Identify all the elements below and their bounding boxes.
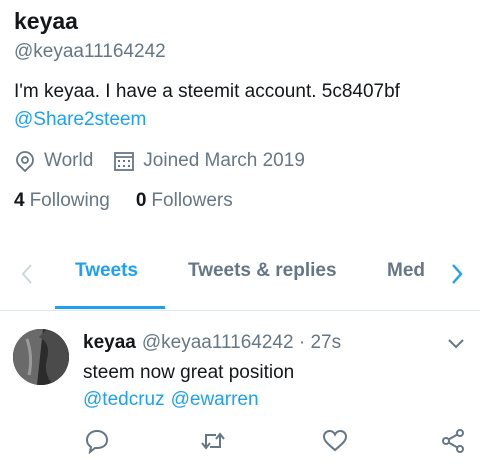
- tab-tweets[interactable]: Tweets: [75, 260, 138, 282]
- chevron-down-icon[interactable]: [446, 336, 466, 352]
- tweet-header: keyaa @keyaa11164242 · 27s: [83, 332, 341, 354]
- tweet-handle: @keyaa11164242: [141, 332, 294, 353]
- followers-count: 0: [135, 190, 147, 211]
- tab-media[interactable]: Med: [387, 260, 425, 282]
- tweet-text: steem now great position: [83, 362, 295, 383]
- mention-link[interactable]: @tedcruz: [83, 389, 165, 410]
- profile-handle: @keyaa11164242: [14, 41, 166, 62]
- tab-tweets-and-replies[interactable]: Tweets & replies: [188, 260, 337, 282]
- location-pin-icon: [14, 150, 36, 173]
- followers-link[interactable]: 0 Followers: [136, 190, 233, 212]
- retweet-icon[interactable]: [200, 428, 226, 454]
- profile-bio: I'm keyaa. I have a steemit account. 5c8…: [14, 81, 400, 102]
- profile-stats: 4 Following 0 Followers: [14, 190, 233, 212]
- profile-location: World: [44, 150, 94, 171]
- reply-icon[interactable]: [84, 428, 110, 455]
- share-icon[interactable]: [440, 428, 466, 454]
- profile-tabs: Tweets Tweets & replies Med: [0, 248, 480, 311]
- bio-link[interactable]: @Share2steem: [14, 109, 146, 131]
- following-count: 4: [14, 190, 25, 211]
- tweet-mentions: @tedcruz @ewarren: [83, 389, 259, 411]
- chevron-right-icon[interactable]: [446, 262, 466, 286]
- profile-joined-date: Joined March 2019: [143, 150, 305, 171]
- active-tab-indicator: [55, 306, 165, 309]
- profile-meta: World Joined March 2019: [14, 148, 305, 174]
- calendar-icon: [113, 150, 135, 172]
- followers-label: Followers: [151, 190, 233, 211]
- chevron-left-icon[interactable]: [18, 262, 38, 286]
- mention-link[interactable]: @ewarren: [171, 389, 259, 410]
- following-label: Following: [29, 190, 110, 211]
- heart-icon[interactable]: [322, 428, 348, 454]
- following-link[interactable]: 4 Following: [14, 190, 110, 212]
- profile-display-name: keyaa: [14, 8, 78, 34]
- avatar[interactable]: [13, 329, 69, 385]
- tweet-separator: ·: [298, 332, 306, 353]
- tweet-time[interactable]: 27s: [310, 332, 341, 353]
- tweet-author[interactable]: keyaa: [83, 332, 136, 353]
